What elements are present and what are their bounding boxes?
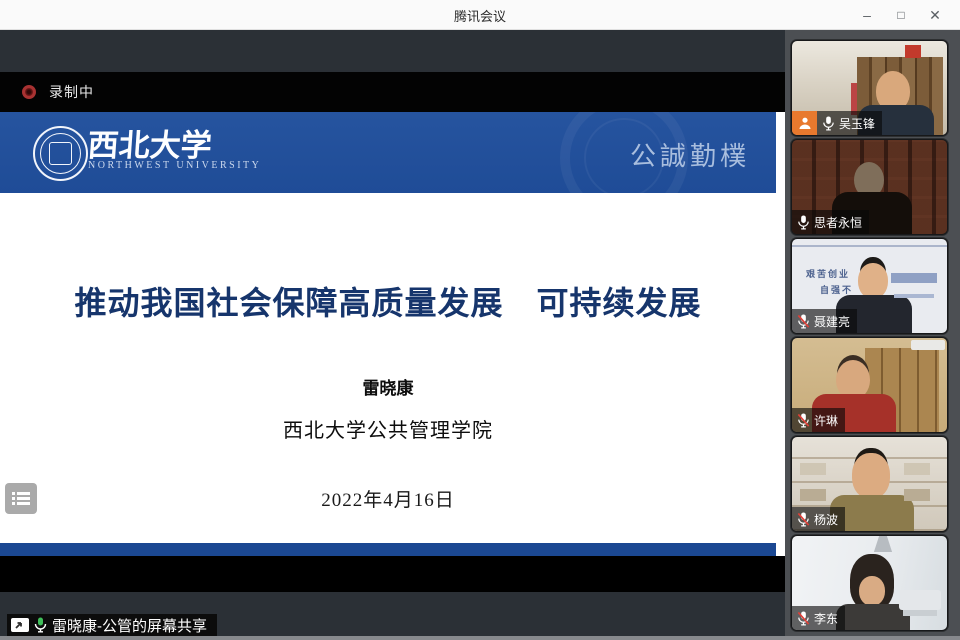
virtual-background-text: 艰苦创业: [806, 267, 850, 280]
microphone-muted-icon: [797, 314, 810, 329]
screen-share-status: 雷晓康-公管的屏幕共享: [7, 614, 217, 636]
participant-name: 李东: [814, 610, 838, 627]
maximize-button[interactable]: □: [884, 0, 918, 30]
university-name-cn: 西北大学: [86, 120, 289, 165]
window-title: 腾讯会议: [0, 6, 960, 25]
person-icon: [798, 116, 812, 130]
participant-name: 吴玉锋: [839, 115, 875, 132]
slide-date: 2022年4月16日: [0, 485, 776, 512]
university-seal-icon: [33, 126, 88, 181]
letterbox-top: [0, 30, 785, 72]
recording-label: 录制中: [49, 82, 94, 102]
record-dot-icon: [22, 85, 36, 99]
participant-name: 聂建亮: [814, 313, 850, 330]
microphone-muted-icon: [797, 512, 810, 527]
participant-name: 杨波: [814, 511, 838, 528]
participant-video-lidong[interactable]: 李东: [791, 535, 948, 631]
microphone-active-icon: [34, 617, 47, 633]
slide-footer-band: [0, 543, 776, 556]
slide-title: 推动我国社会保障高质量发展 可持续发展: [0, 278, 776, 324]
presenter-name: 雷晓康: [0, 374, 776, 399]
slide-list-toggle-button[interactable]: [5, 483, 37, 514]
university-name-en: NORTHWEST UNIVERSITY: [88, 160, 261, 171]
participant-video-yangbo[interactable]: 杨波: [791, 436, 948, 532]
presenter-badge: [792, 111, 817, 135]
microphone-muted-icon: [797, 413, 810, 428]
screen-share-label: 雷晓康-公管的屏幕共享: [52, 615, 207, 636]
close-button[interactable]: ✕: [918, 0, 952, 30]
participant-name: 许琳: [814, 412, 838, 429]
screen-share-icon: [11, 617, 29, 633]
shared-screen-area: 录制中 西北大学 NORTHWEST UNIVERSITY 公誠勤樸 推动我国社…: [0, 30, 785, 640]
recording-bar: 录制中: [0, 72, 785, 112]
participant-video-sizheyongheng[interactable]: 思者永恒: [791, 139, 948, 235]
slide-header-band: 西北大学 NORTHWEST UNIVERSITY 公誠勤樸: [0, 112, 776, 193]
meeting-window: 腾讯会议 – □ ✕ 录制中 西北大学 NORTHWEST UNIVERSITY…: [0, 0, 960, 640]
microphone-icon: [822, 116, 835, 131]
presenter-affiliation: 西北大学公共管理学院: [0, 414, 776, 443]
minimize-button[interactable]: –: [850, 0, 884, 30]
participants-sidebar: 吴玉锋 思者永恒: [785, 30, 960, 640]
microphone-icon: [797, 215, 810, 230]
university-motto: 公誠勤樸: [630, 136, 750, 173]
participant-video-niejianliang[interactable]: 艰苦创业 自强不 聂建亮: [791, 238, 948, 334]
participant-video-xulin[interactable]: 许琳: [791, 337, 948, 433]
participant-video-wuyufeng[interactable]: 吴玉锋: [791, 40, 948, 136]
presentation-slide: 西北大学 NORTHWEST UNIVERSITY 公誠勤樸 推动我国社会保障高…: [0, 112, 785, 556]
window-bottom-edge: [0, 636, 960, 640]
participant-name: 思者永恒: [814, 214, 862, 231]
window-controls: – □ ✕: [850, 0, 952, 30]
title-bar: 腾讯会议 – □ ✕: [0, 0, 960, 30]
slide-list-icon: [12, 491, 30, 506]
microphone-muted-icon: [797, 611, 810, 626]
